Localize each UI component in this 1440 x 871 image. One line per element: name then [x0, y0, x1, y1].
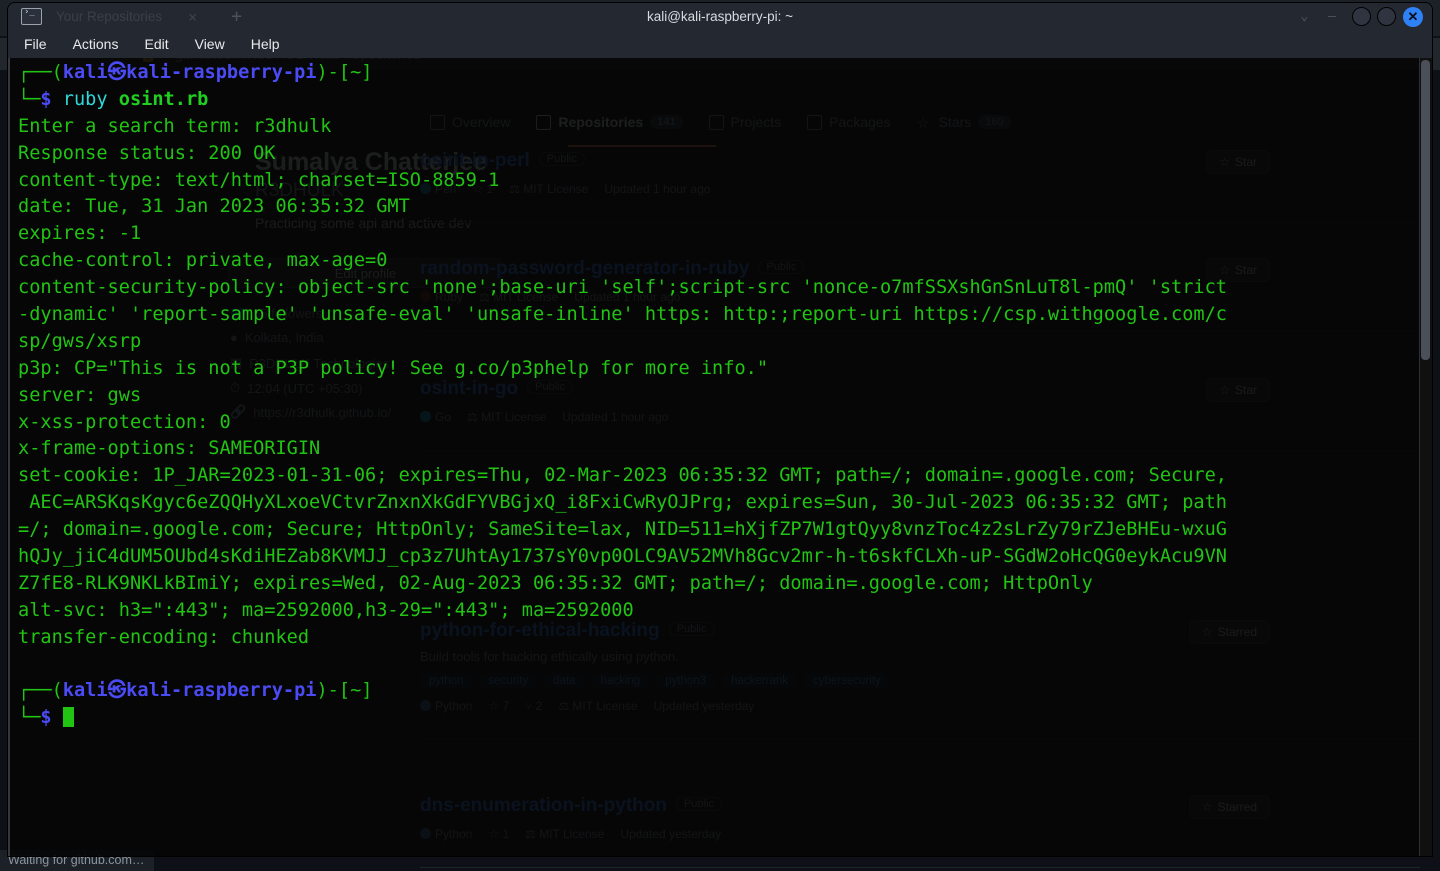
terminal-output-line: x-xss-protection: 0	[18, 411, 231, 433]
terminal-output-line: alt-svc: h3=":443"; ma=2592000,h3-29=":4…	[18, 599, 634, 621]
terminal-output: ┌──(kali㉿kali-raspberry-pi)-[~] └─$ ruby …	[18, 60, 1418, 732]
terminal-output-line: date: Tue, 31 Jan 2023 06:35:32 GMT	[18, 196, 410, 218]
window-title: kali@kali-raspberry-pi: ~	[646, 9, 794, 24]
terminal-title-bar[interactable]: Your Repositories × + kali@kali-raspberr…	[8, 3, 1432, 30]
terminal-output-line: content-security-policy: object-src 'non…	[18, 277, 1227, 299]
terminal-output-line: set-cookie: 1P_JAR=2023-01-31-06; expire…	[18, 465, 1227, 487]
terminal-output-line: AEC=ARSKqsKgyc6eZQQHyXLxoeVCtvrZnxnXkGdF…	[18, 492, 1227, 514]
prompt-line-command: └─$ ruby osint.rb	[18, 88, 209, 110]
menu-help[interactable]: Help	[251, 36, 280, 52]
terminal-body[interactable]: ┌──(kali㉿kali-raspberry-pi)-[~] └─$ ruby …	[8, 58, 1432, 856]
screen: pythoncodes...PacktPublishin...Ethical-B…	[0, 0, 1440, 871]
terminal-output-line: Response status: 200 OK	[18, 142, 276, 164]
new-tab-icon[interactable]: +	[231, 7, 242, 26]
terminal-output-line: content-type: text/html; charset=ISO-885…	[18, 169, 500, 191]
terminal-output-line: hQJy_jiC4dUM5OUbd4sKdiHEZab8KVMJJ_cp3z7U…	[18, 546, 1227, 568]
command-interpreter: ruby	[62, 88, 108, 110]
menu-view[interactable]: View	[195, 36, 225, 52]
terminal-output-line: Z7fE8-RLK9NKLkBImiY; expires=Wed, 02-Aug…	[18, 572, 1093, 594]
menu-actions[interactable]: Actions	[73, 36, 119, 52]
terminal-output-line: p3p: CP="This is not a P3P policy! See g…	[18, 357, 769, 379]
tab-close-icon[interactable]: ×	[188, 8, 197, 26]
terminal-output-line: x-frame-options: SAMEORIGIN	[18, 438, 321, 460]
terminal-scrollbar[interactable]	[1419, 58, 1432, 856]
menu-file[interactable]: File	[24, 36, 47, 52]
terminal-output-line: sp/gws/xsrp	[18, 330, 142, 352]
close-icon[interactable]: ✕	[1403, 6, 1423, 27]
window-controls[interactable]: ⌄ — ✕	[1290, 6, 1432, 27]
window-button-one[interactable]	[1352, 7, 1371, 26]
terminal-icon	[21, 7, 42, 25]
prompt-line-top: ┌──(kali㉿kali-raspberry-pi)-[~]	[18, 680, 373, 702]
terminal-output-line: cache-control: private, max-age=0	[18, 250, 388, 272]
terminal-scrollbar-thumb[interactable]	[1421, 60, 1430, 360]
minimize-icon[interactable]: —	[1318, 9, 1346, 24]
terminal-output-line: expires: -1	[18, 223, 142, 245]
terminal-window: Your Repositories × + kali@kali-raspberr…	[8, 3, 1432, 856]
terminal-output-line: transfer-encoding: chunked	[18, 626, 310, 648]
repository-separator	[420, 867, 1420, 868]
terminal-output-line: server: gws	[18, 384, 142, 406]
terminal-cursor	[62, 707, 74, 728]
command-script: osint.rb	[118, 88, 209, 110]
terminal-tab-title[interactable]: Your Repositories	[56, 9, 162, 24]
prompt-line-top: ┌──(kali㉿kali-raspberry-pi)-[~]	[18, 62, 373, 83]
terminal-output-line: Enter a search term: r3dhulk	[18, 115, 332, 137]
terminal-output-line: =/; domain=.google.com; Secure; HttpOnly…	[18, 519, 1227, 541]
terminal-output-line: -dynamic' 'report-sample' 'unsafe-eval' …	[18, 304, 1227, 326]
window-button-two[interactable]	[1377, 7, 1396, 26]
menu-edit[interactable]: Edit	[144, 36, 168, 52]
terminal-menu-bar[interactable]: File Actions Edit View Help	[8, 30, 1432, 58]
chevron-down-icon[interactable]: ⌄	[1290, 9, 1318, 24]
prompt-line-command: └─$	[18, 705, 1418, 732]
